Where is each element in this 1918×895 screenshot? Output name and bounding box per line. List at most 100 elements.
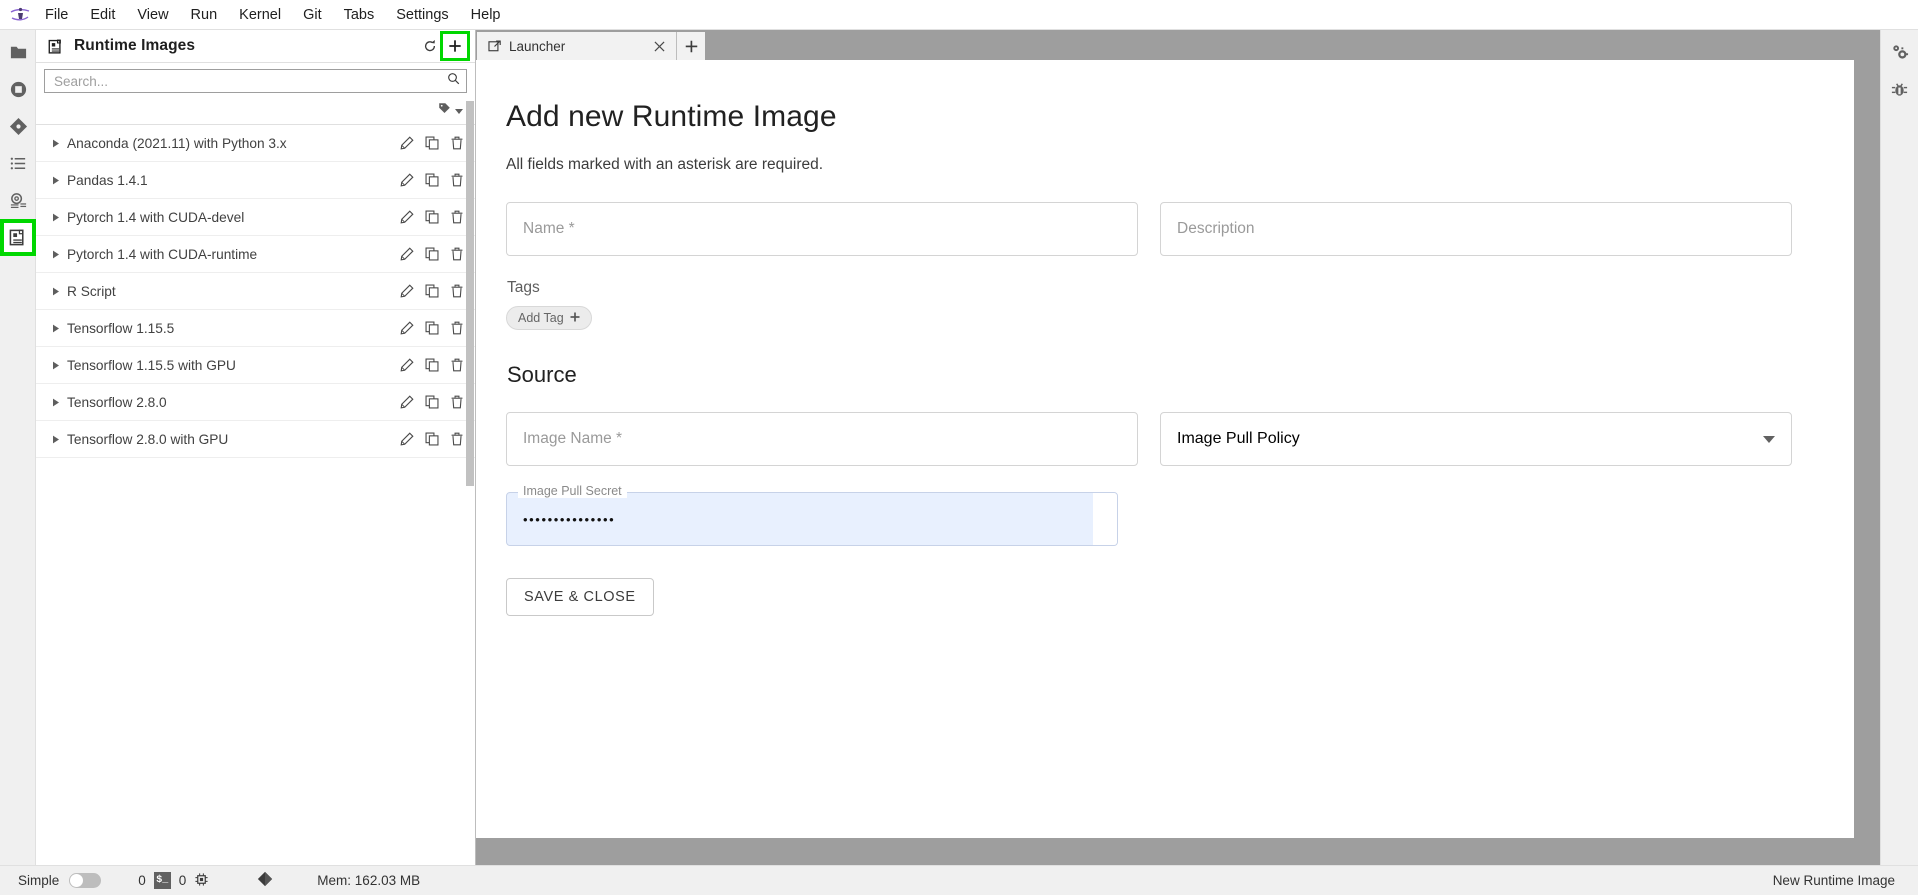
status-bar: Simple 0 $_ 0 Mem: 162.03 MB New Runtime… bbox=[0, 865, 1918, 895]
runtime-image-row[interactable]: Tensorflow 2.8.0 bbox=[36, 384, 475, 421]
pencil-icon[interactable] bbox=[399, 394, 415, 410]
expand-caret-icon[interactable] bbox=[49, 398, 63, 407]
new-tab-button[interactable] bbox=[677, 32, 705, 60]
copy-icon[interactable] bbox=[424, 431, 440, 447]
extension-manager-icon[interactable] bbox=[0, 182, 36, 219]
image-pull-policy-select[interactable]: Image Pull Policy bbox=[1160, 412, 1792, 466]
field-tail bbox=[1093, 493, 1117, 545]
tab-launcher[interactable]: Launcher bbox=[477, 32, 677, 60]
property-inspector-icon[interactable] bbox=[1881, 34, 1917, 71]
close-icon[interactable] bbox=[650, 37, 668, 55]
copy-icon[interactable] bbox=[424, 320, 440, 336]
copy-icon[interactable] bbox=[424, 246, 440, 262]
runtime-image-name: R Script bbox=[67, 283, 116, 299]
row-actions bbox=[399, 172, 465, 188]
trash-icon[interactable] bbox=[449, 283, 465, 299]
copy-icon[interactable] bbox=[424, 357, 440, 373]
runtime-image-name: Tensorflow 1.15.5 with GPU bbox=[67, 357, 236, 373]
runtime-image-row[interactable]: Anaconda (2021.11) with Python 3.x bbox=[36, 125, 475, 162]
runtime-image-name: Anaconda (2021.11) with Python 3.x bbox=[67, 135, 287, 151]
add-runtime-image-button[interactable] bbox=[440, 31, 470, 61]
git-status[interactable] bbox=[248, 871, 282, 890]
expand-caret-icon[interactable] bbox=[49, 176, 63, 185]
expand-caret-icon[interactable] bbox=[49, 324, 63, 333]
menu-kernel[interactable]: Kernel bbox=[228, 3, 292, 27]
description-field[interactable]: Description bbox=[1160, 202, 1792, 256]
expand-caret-icon[interactable] bbox=[49, 435, 63, 444]
menu-settings[interactable]: Settings bbox=[385, 3, 459, 27]
source-row: Image Name * Image Pull Policy bbox=[506, 412, 1792, 466]
row-actions bbox=[399, 394, 465, 410]
menu-view[interactable]: View bbox=[126, 3, 179, 27]
trash-icon[interactable] bbox=[449, 209, 465, 225]
trash-icon[interactable] bbox=[449, 394, 465, 410]
image-pull-secret-value: ••••••••••••••• bbox=[523, 511, 616, 527]
pencil-icon[interactable] bbox=[399, 320, 415, 336]
simple-mode-toggle[interactable] bbox=[69, 873, 102, 888]
trash-icon[interactable] bbox=[449, 246, 465, 262]
table-of-contents-icon[interactable] bbox=[0, 145, 36, 182]
trash-icon[interactable] bbox=[449, 357, 465, 373]
git-icon[interactable] bbox=[0, 108, 36, 145]
image-name-field[interactable]: Image Name * bbox=[506, 412, 1138, 466]
copy-icon[interactable] bbox=[424, 394, 440, 410]
copy-icon[interactable] bbox=[424, 283, 440, 299]
expand-caret-icon[interactable] bbox=[49, 287, 63, 296]
pencil-icon[interactable] bbox=[399, 283, 415, 299]
expand-caret-icon[interactable] bbox=[49, 213, 63, 222]
expand-caret-icon[interactable] bbox=[49, 250, 63, 259]
description-field-placeholder: Description bbox=[1177, 220, 1255, 237]
image-pull-secret-field[interactable]: ••••••••••••••• bbox=[506, 492, 1118, 546]
search-row bbox=[36, 63, 475, 98]
runtime-image-row[interactable]: Tensorflow 1.15.5 with GPU bbox=[36, 347, 475, 384]
save-and-close-button[interactable]: SAVE & CLOSE bbox=[506, 578, 654, 616]
copy-icon[interactable] bbox=[424, 172, 440, 188]
runtime-image-row[interactable]: Tensorflow 2.8.0 with GPU bbox=[36, 421, 475, 458]
name-field[interactable]: Name * bbox=[506, 202, 1138, 256]
trash-icon[interactable] bbox=[449, 172, 465, 188]
pencil-icon[interactable] bbox=[399, 431, 415, 447]
add-tag-button[interactable]: Add Tag bbox=[506, 306, 592, 330]
panel-header: Runtime Images bbox=[36, 30, 475, 63]
search-box[interactable] bbox=[44, 69, 467, 93]
menu-run[interactable]: Run bbox=[180, 3, 229, 27]
expand-caret-icon[interactable] bbox=[49, 139, 63, 148]
tag-filter-button[interactable] bbox=[438, 102, 463, 120]
menu-file[interactable]: File bbox=[34, 3, 79, 27]
search-input[interactable] bbox=[54, 73, 447, 89]
file-browser-icon[interactable] bbox=[0, 34, 36, 71]
trash-icon[interactable] bbox=[449, 431, 465, 447]
memory-usage[interactable]: Mem: 162.03 MB bbox=[308, 873, 429, 888]
jupyter-logo-icon bbox=[6, 4, 34, 26]
expand-caret-icon[interactable] bbox=[49, 361, 63, 370]
trash-icon[interactable] bbox=[449, 135, 465, 151]
refresh-icon[interactable] bbox=[419, 35, 441, 57]
pencil-icon[interactable] bbox=[399, 172, 415, 188]
row-actions bbox=[399, 431, 465, 447]
runtime-image-name: Pytorch 1.4 with CUDA-runtime bbox=[67, 246, 258, 262]
runtime-image-name: Tensorflow 1.15.5 bbox=[67, 320, 175, 336]
runtime-image-row[interactable]: Pandas 1.4.1 bbox=[36, 162, 475, 199]
runtime-image-row[interactable]: Tensorflow 1.15.5 bbox=[36, 310, 475, 347]
menu-edit[interactable]: Edit bbox=[79, 3, 126, 27]
running-terminals-icon[interactable] bbox=[0, 71, 36, 108]
copy-icon[interactable] bbox=[424, 209, 440, 225]
panel-scrollbar[interactable] bbox=[466, 101, 474, 486]
debugger-icon[interactable] bbox=[1881, 71, 1917, 108]
pencil-icon[interactable] bbox=[399, 209, 415, 225]
menu-help[interactable]: Help bbox=[460, 3, 512, 27]
sidebar-item-runtime-images[interactable] bbox=[0, 219, 36, 256]
trash-icon[interactable] bbox=[449, 320, 465, 336]
runtime-image-row[interactable]: Pytorch 1.4 with CUDA-devel bbox=[36, 199, 475, 236]
pencil-icon[interactable] bbox=[399, 246, 415, 262]
pencil-icon[interactable] bbox=[399, 357, 415, 373]
runtime-image-row[interactable]: R Script bbox=[36, 273, 475, 310]
terminals-status[interactable]: 0 $_ 0 bbox=[129, 872, 218, 890]
runtime-image-row[interactable]: Pytorch 1.4 with CUDA-runtime bbox=[36, 236, 475, 273]
runtime-image-name: Tensorflow 2.8.0 with GPU bbox=[67, 431, 229, 447]
pencil-icon[interactable] bbox=[399, 135, 415, 151]
copy-icon[interactable] bbox=[424, 135, 440, 151]
menu-git[interactable]: Git bbox=[292, 3, 333, 27]
menu-tabs[interactable]: Tabs bbox=[333, 3, 386, 27]
runtime-images-icon bbox=[48, 38, 65, 55]
